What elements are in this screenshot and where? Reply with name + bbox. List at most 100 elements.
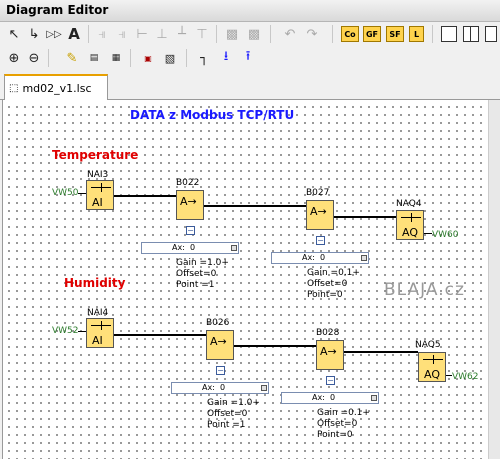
output-var-vw60: VW60 [432,230,459,240]
wire-b028-naq5 [344,351,418,353]
block-b026[interactable]: A→ [206,330,234,360]
vertical-scrollbar[interactable] [488,100,500,459]
collapse-button[interactable]: − [186,226,195,235]
separator [332,25,333,43]
connect-icon[interactable]: ↳ [24,24,44,44]
wire-b026-b028 [234,345,316,347]
block-number-icon[interactable]: ▤ [84,48,104,68]
zoom-out-icon[interactable]: ⊖ [24,48,44,68]
block-nai3[interactable]: AI [86,180,114,210]
input-var-vw50: VW50 [52,188,79,198]
align-right-icon[interactable]: ⊢ [132,24,152,44]
separator [48,49,49,67]
block-name-b026: B026 [206,318,230,328]
block-symbol: AI [92,196,103,209]
wire-b027-naq4 [334,216,396,218]
block-name-b022: B022 [176,178,200,188]
separator [270,25,271,43]
param-list-b027: Gain =0.1+ Offset=0 Point=0 [307,268,360,301]
main-toolbar: ↖ ↳ ▷▷ A ⫣ ⫣ ⊢ ⊥ ┴ ⊤ ▩ ▩ ↶ ↷ Co GF SF L [0,22,500,46]
wire-nai3-b022 [114,195,176,197]
online-test-icon[interactable]: ▧ [160,48,180,68]
offset-value: Offset=0 [207,409,248,419]
separator [216,25,217,43]
wire [78,331,86,332]
dropdown-icon[interactable] [361,255,367,261]
param-field-b022[interactable]: Ax: 0 [141,242,239,254]
param-field-b026[interactable]: Ax: 0 [171,382,269,394]
co-button[interactable]: Co [341,26,359,42]
zoom-in-icon[interactable]: ⊕ [4,48,24,68]
block-list-icon[interactable]: ▦ [106,48,126,68]
block-name-naq4: NAQ4 [396,199,422,209]
input-output-icon[interactable]: ▷▷ [44,24,64,44]
block-naq5[interactable]: AQ [418,352,446,382]
wire-b022-b027 [204,205,306,207]
align-top-icon[interactable]: ⊥ [152,24,172,44]
group-icon[interactable]: ▩ [222,24,242,44]
block-b022[interactable]: A→ [176,190,204,220]
input-var-vw52: VW52 [52,326,79,336]
offset-value: Offset=0 [307,279,348,289]
gain-value: Gain =1.0+ [176,258,229,268]
block-name-b027: B027 [306,188,330,198]
redo-icon[interactable]: ↷ [302,24,322,44]
block-symbol: A→ [320,345,337,358]
undo-icon[interactable]: ↶ [280,24,300,44]
section-label-humidity: Humidity [64,276,126,290]
highlight-icon[interactable]: ✎ [62,48,82,68]
align-left-icon[interactable]: ⫣ [92,24,112,44]
block-b028[interactable]: A→ [316,340,344,370]
collapse-button[interactable]: − [326,376,335,385]
select-icon[interactable]: ↖ [4,24,24,44]
output-var-vw62: VW62 [452,372,479,382]
text-icon[interactable]: A [64,24,84,44]
align-bottom-icon[interactable]: ⊤ [192,24,212,44]
block-symbol: AQ [424,368,440,381]
param-field-b027[interactable]: Ax: 0 [271,252,369,264]
wire-nai4-b026 [114,334,206,336]
dropdown-icon[interactable] [371,395,377,401]
block-naq4[interactable]: AQ [396,210,424,240]
collapse-button[interactable]: − [316,236,325,245]
document-tab-bar: ⬚ md02_v1.lsc [0,70,500,100]
view-split-icon[interactable] [463,26,479,42]
l-button[interactable]: L [409,26,424,42]
block-name-nai4: NAI4 [87,308,109,318]
offset-value: Offset=0 [176,269,217,279]
param-list-b022: Gain =1.0+ Offset=0 Point =1 [176,258,229,291]
offset-value: Offset=0 [317,419,358,429]
upload-icon[interactable]: ⭱ [238,48,258,68]
align-middle-icon[interactable]: ┴ [172,24,192,44]
block-b027[interactable]: A→ [306,200,334,230]
separator [186,49,187,67]
gf-button[interactable]: GF [363,26,381,42]
block-symbol: AQ [402,226,418,239]
param-list-b026: Gain =1.0+ Offset=0 Point =1 [207,398,260,431]
gain-value: Gain =0.1+ [317,408,370,418]
sf-button[interactable]: SF [386,26,404,42]
sim-icon[interactable]: ▣ [138,48,158,68]
block-name-b028: B028 [316,328,340,338]
view-single-icon[interactable] [441,26,457,42]
block-nai4[interactable]: AI [86,318,114,348]
dropdown-icon[interactable] [261,385,267,391]
block-symbol: AI [92,334,103,347]
block-name-nai3: NAI3 [87,170,109,180]
section-label-temperature: Temperature [52,148,139,162]
param-field-b028[interactable]: Ax: 0 [281,392,379,404]
dropdown-icon[interactable] [231,245,237,251]
point-value: Point =1 [176,280,215,290]
view-grid-icon[interactable] [485,26,497,42]
separator [88,25,89,43]
align-center-icon[interactable]: ⫣ [112,24,132,44]
block-name-naq5: NAQ5 [415,340,441,350]
collapse-button[interactable]: − [216,366,225,375]
ungroup-icon[interactable]: ▩ [244,24,264,44]
window-title-bar: Diagram Editor [0,0,500,22]
point-value: Point=0 [317,430,353,440]
download-icon[interactable]: ⭳ [216,48,236,68]
tab-document[interactable]: ⬚ md02_v1.lsc [4,74,108,100]
window-title: Diagram Editor [6,3,109,17]
route-icon[interactable]: ┐ [194,48,214,68]
